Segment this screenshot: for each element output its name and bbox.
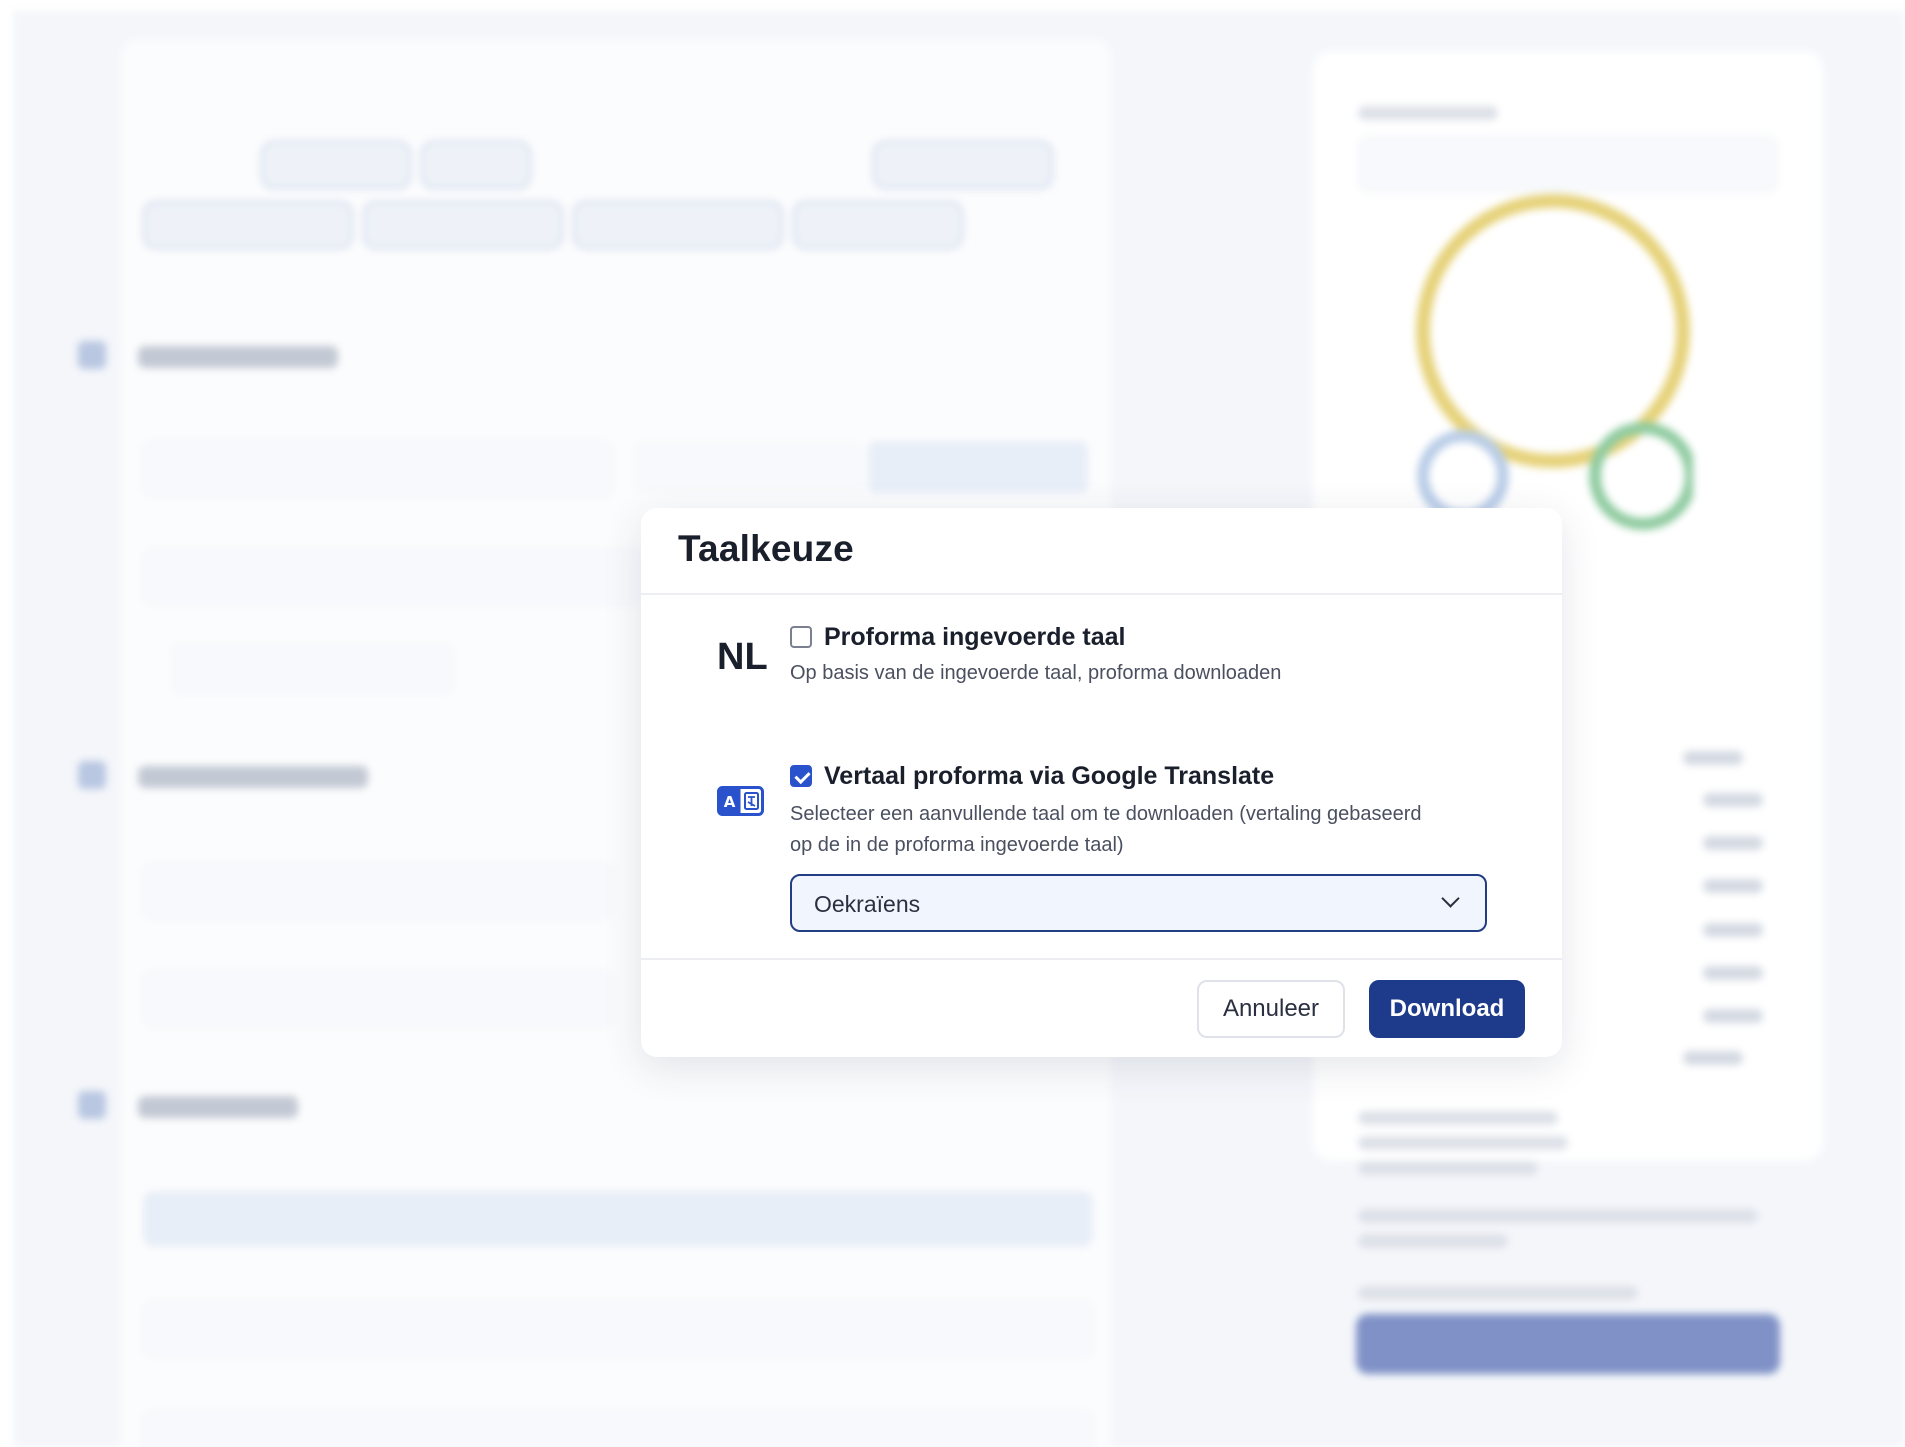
background-pill xyxy=(873,141,1053,189)
background-pill xyxy=(363,201,563,249)
background-section-icon xyxy=(78,341,106,369)
background-pill xyxy=(261,141,411,189)
background-label xyxy=(1358,106,1498,120)
background-input xyxy=(143,971,613,1027)
translate-label[interactable]: Vertaal proforma via Google Translate xyxy=(824,762,1274,791)
background-pill xyxy=(421,141,531,189)
background-input xyxy=(143,1411,1093,1447)
language-select[interactable]: Oekraïens xyxy=(790,874,1487,932)
background-section-title xyxy=(138,1096,298,1118)
background-section-title xyxy=(138,346,338,368)
background-text-line xyxy=(1358,1161,1538,1175)
background-row-value xyxy=(1703,966,1763,980)
original-language-label[interactable]: Proforma ingevoerde taal xyxy=(824,623,1125,652)
language-badge: NL xyxy=(717,636,768,678)
background-row-value xyxy=(1703,923,1763,937)
dialog-footer-divider xyxy=(641,958,1562,960)
background-select xyxy=(1358,136,1778,192)
background-input xyxy=(143,863,613,919)
background-input xyxy=(173,644,453,694)
original-language-description: Op basis van de ingevoerde taal, proform… xyxy=(790,662,1282,684)
original-language-checkbox[interactable] xyxy=(790,626,812,648)
chevron-down-icon xyxy=(1441,889,1460,908)
download-button[interactable]: Download xyxy=(1369,980,1525,1038)
background-input xyxy=(143,1191,1093,1247)
background-segment xyxy=(633,441,863,493)
background-section-title xyxy=(138,766,368,788)
background-segment xyxy=(868,441,1088,493)
background-pill xyxy=(573,201,783,249)
background-text-line xyxy=(1358,1209,1758,1223)
background-pill xyxy=(153,141,253,189)
background-row-value xyxy=(1703,1009,1763,1023)
background-row-value xyxy=(1683,1051,1743,1065)
background-donut-chart xyxy=(1416,194,1693,530)
translate-description: Selecteer een aanvullende taal om te dow… xyxy=(790,803,1422,856)
cancel-button[interactable]: Annuleer xyxy=(1197,980,1345,1038)
background-section-icon xyxy=(78,1091,106,1119)
background-row-value xyxy=(1703,836,1763,850)
background-input xyxy=(143,1301,1093,1357)
translate-icon: A xyxy=(717,786,764,816)
background-pill xyxy=(793,201,963,249)
background-text-line xyxy=(1358,1234,1508,1248)
background-row-value xyxy=(1703,879,1763,893)
dialog-header: Taalkeuze xyxy=(641,508,1562,595)
background-text-line xyxy=(1358,1286,1638,1300)
translate-checkbox[interactable] xyxy=(790,765,812,787)
background-download-button xyxy=(1356,1314,1780,1374)
svg-text:A: A xyxy=(724,793,736,811)
background-text-line xyxy=(1358,1111,1558,1125)
background-text-line xyxy=(1358,1136,1568,1150)
language-select-value: Oekraïens xyxy=(814,891,921,917)
background-pill xyxy=(143,201,353,249)
background-row-value xyxy=(1703,793,1763,807)
background-input xyxy=(143,549,643,605)
dialog-title: Taalkeuze xyxy=(678,528,854,569)
background-section-icon xyxy=(78,761,106,789)
language-choice-dialog: Taalkeuze NL Proforma ingevoerde taal Op… xyxy=(641,508,1562,1057)
background-row-value xyxy=(1683,751,1743,765)
background-input xyxy=(143,441,613,497)
